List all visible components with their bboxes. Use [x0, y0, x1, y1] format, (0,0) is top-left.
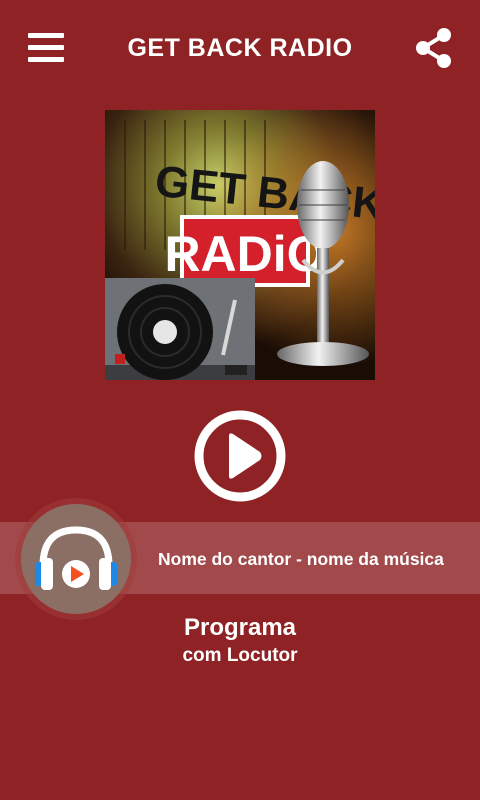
app-title: GET BACK RADIO — [127, 34, 353, 62]
headphones-play-icon — [35, 526, 117, 590]
program-title: Programa — [183, 614, 297, 641]
menu-bar-bottom — [28, 57, 64, 62]
menu-bar-top — [28, 33, 64, 38]
menu-bar-middle — [28, 45, 64, 50]
avatar[interactable] — [21, 504, 131, 614]
play-button[interactable] — [194, 410, 286, 502]
now-playing-text: Nome do cantor - nome da música — [158, 549, 444, 569]
play-icon — [194, 410, 286, 502]
program-host: com Locutor — [182, 645, 298, 666]
share-icon[interactable] — [414, 27, 454, 69]
top-bar: GET BACK RADIO — [0, 0, 480, 100]
hamburger-menu-icon[interactable] — [28, 33, 64, 63]
station-cover-art: GET BACK RADiO — [105, 110, 375, 380]
cover-text-radio: RADiO — [164, 226, 325, 282]
